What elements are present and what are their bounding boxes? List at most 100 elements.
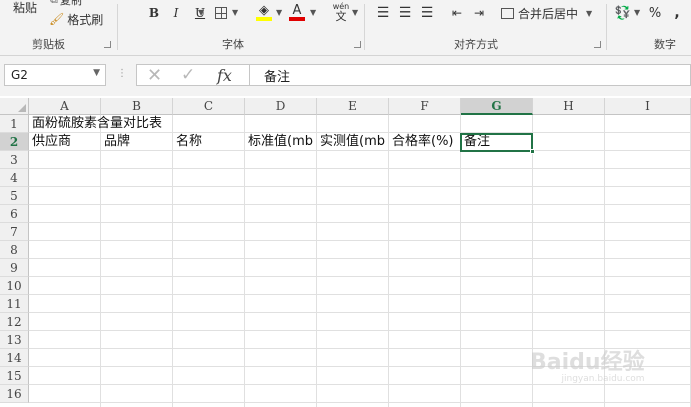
gridline [29, 312, 691, 313]
column-header-g[interactable]: G [461, 98, 533, 115]
row-header-10[interactable]: 10 [0, 277, 29, 295]
italic-label: I [173, 6, 179, 20]
align-right-button[interactable]: ☰ [418, 4, 436, 22]
enter-icon[interactable]: ✓ [181, 65, 195, 85]
bold-button[interactable]: B [145, 4, 163, 22]
formula-input[interactable]: 备注 [250, 64, 691, 86]
column-header-h[interactable]: H [533, 98, 605, 115]
cell-e2[interactable]: 实测值(mb [317, 133, 389, 151]
fill-color-dropdown[interactable]: ▼ [276, 8, 282, 17]
insert-function-button[interactable]: fx [217, 65, 232, 85]
chevron-down-icon: ▼ [276, 8, 283, 17]
gridline [29, 276, 691, 277]
increase-indent-button[interactable]: ⇥ [470, 4, 488, 22]
gridline [29, 186, 691, 187]
row-header-5[interactable]: 5 [0, 187, 29, 205]
row-header-13[interactable]: 13 [0, 331, 29, 349]
fill-handle[interactable] [530, 149, 535, 154]
row-header-3[interactable]: 3 [0, 151, 29, 169]
decrease-indent-button[interactable]: ⇤ [448, 4, 466, 22]
cell-a1[interactable]: 面粉硫胺素含量对比表 [29, 115, 162, 133]
row-header-4[interactable]: 4 [0, 169, 29, 187]
cell-a2[interactable]: 供应商 [29, 133, 101, 151]
cell-f2[interactable]: 合格率(%) [389, 133, 461, 151]
cell-c2[interactable]: 名称 [173, 133, 245, 151]
column-header-d[interactable]: D [245, 98, 317, 115]
italic-button[interactable]: I [167, 4, 185, 22]
cell-d2[interactable]: 标准值(mb [245, 133, 317, 151]
percent-button[interactable]: % [646, 4, 664, 22]
column-header-c[interactable]: C [173, 98, 245, 115]
align-center-icon: ☰ [398, 5, 412, 21]
clipboard-dialog-launcher[interactable] [104, 41, 111, 48]
phonetic-bottom-label: 文 [335, 10, 347, 23]
cancel-icon[interactable]: ✕ [147, 65, 162, 86]
borders-icon [215, 7, 227, 19]
font-color-dropdown[interactable]: ▼ [310, 8, 316, 17]
column-header-e[interactable]: E [317, 98, 389, 115]
paste-button[interactable]: 粘贴 [6, 0, 44, 15]
cell-b2[interactable]: 品牌 [101, 133, 173, 151]
worksheet-grid[interactable]: A B C D E F G H I 1 2 3 4 5 6 7 8 9 10 1… [0, 96, 691, 407]
copy-button[interactable]: ⧉ 复制 [50, 0, 82, 7]
alignment-dialog-launcher[interactable] [594, 41, 601, 48]
fill-color-button[interactable]: ◈ [254, 2, 274, 22]
alignment-group-label: 对齐方式 [454, 38, 498, 51]
name-box[interactable]: G2 ▼ [4, 64, 106, 86]
formula-bar: G2 ▼ ⋮ ✕ ✓ fx 备注 [0, 56, 691, 96]
row-header-2[interactable]: 2 [0, 133, 29, 151]
underline-dropdown[interactable]: ▼ [198, 8, 204, 17]
chevron-down-icon: ▼ [310, 8, 317, 17]
row-header-14[interactable]: 14 [0, 349, 29, 367]
merge-center-label: 合并后居中 [518, 6, 579, 21]
chevron-down-icon[interactable]: ▼ [93, 68, 100, 78]
column-header-f[interactable]: F [389, 98, 461, 115]
format-painter-button[interactable]: 🖌 格式刷 [48, 10, 104, 28]
row-header-8[interactable]: 8 [0, 241, 29, 259]
active-cell-selection[interactable] [460, 133, 535, 154]
accounting-format-dropdown[interactable]: ▼ [634, 8, 640, 17]
increase-indent-icon: ⇥ [473, 6, 485, 20]
clipboard-group-label: 剪贴板 [32, 38, 65, 51]
copy-icon: ⧉ [50, 0, 58, 7]
name-box-value: G2 [11, 68, 28, 82]
gridline [100, 115, 101, 407]
row-header-6[interactable]: 6 [0, 205, 29, 223]
gridline [29, 204, 691, 205]
merge-center-button[interactable]: 合并后居中 ▼ [500, 4, 593, 22]
comma-style-button[interactable]: , [670, 4, 684, 22]
gridline [29, 294, 691, 295]
phonetic-dropdown[interactable]: ▼ [352, 8, 358, 17]
phonetic-button[interactable]: wén 文 [330, 0, 352, 24]
align-center-button[interactable]: ☰ [396, 4, 414, 22]
gridline [316, 115, 317, 407]
align-left-button[interactable]: ☰ [374, 4, 392, 22]
chevron-down-icon: ▼ [352, 8, 359, 17]
row-header-12[interactable]: 12 [0, 313, 29, 331]
column-header-i[interactable]: I [605, 98, 691, 115]
borders-dropdown[interactable]: ▼ [232, 8, 238, 17]
gridline [29, 222, 691, 223]
row-header-7[interactable]: 7 [0, 223, 29, 241]
font-color-button[interactable]: A [288, 2, 306, 22]
accounting-format-button[interactable]: 💱 [612, 4, 634, 22]
formula-buttons: ✕ ✓ fx [136, 64, 250, 86]
font-group-label: 字体 [222, 38, 244, 51]
ribbon-separator [606, 4, 607, 50]
borders-button[interactable] [212, 4, 230, 22]
row-header-16[interactable]: 16 [0, 385, 29, 403]
row-header-11[interactable]: 11 [0, 295, 29, 313]
column-header-b[interactable]: B [101, 98, 173, 115]
paste-label: 粘贴 [12, 0, 37, 15]
row-header-1[interactable]: 1 [0, 115, 29, 133]
column-header-a[interactable]: A [29, 98, 101, 115]
paint-bucket-icon: ◈ [259, 2, 269, 18]
formula-bar-grip-icon[interactable]: ⋮ [117, 68, 127, 79]
select-all-button[interactable] [0, 98, 29, 115]
chevron-down-icon: ▼ [634, 8, 641, 17]
format-painter-label: 格式刷 [67, 12, 104, 27]
row-header-9[interactable]: 9 [0, 259, 29, 277]
row-header-15[interactable]: 15 [0, 367, 29, 385]
ribbon: 粘贴 ⧉ 复制 🖌 格式刷 剪贴板 B I U ▼ ▼ ◈ ▼ A ▼ wén … [0, 0, 691, 56]
font-dialog-launcher[interactable] [354, 41, 361, 48]
